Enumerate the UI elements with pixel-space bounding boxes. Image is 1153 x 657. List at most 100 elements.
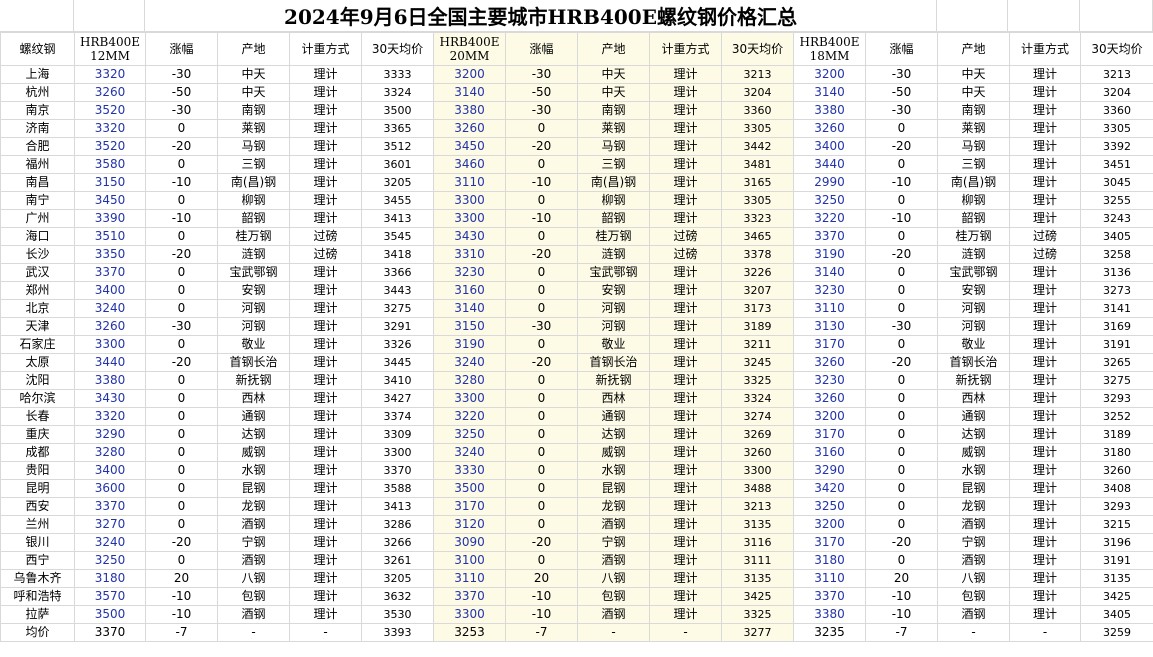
cell-origin-18mm[interactable]: 昆钢 <box>937 479 1010 498</box>
cell-city[interactable]: 拉萨 <box>0 605 75 624</box>
cell-avg30-12mm[interactable]: 3324 <box>361 83 434 102</box>
cell-avg30-18mm[interactable]: 3259 <box>1080 623 1153 642</box>
cell-price-12mm[interactable]: 3320 <box>74 119 146 138</box>
cell-origin-20mm[interactable]: 南(昌)钢 <box>577 173 650 192</box>
cell-avg30-20mm[interactable]: 3481 <box>721 155 794 174</box>
cell-city[interactable]: 兰州 <box>0 515 75 534</box>
cell-method-18mm[interactable]: 理计 <box>1009 371 1081 390</box>
cell-method-18mm[interactable]: 理计 <box>1009 425 1081 444</box>
cell-price-18mm[interactable]: 3130 <box>793 317 866 336</box>
cell-change-18mm[interactable]: 0 <box>865 263 938 282</box>
cell-method-20mm[interactable]: 理计 <box>649 389 722 408</box>
cell-method-18mm[interactable]: 过磅 <box>1009 227 1081 246</box>
cell-origin-12mm[interactable]: 酒钢 <box>217 515 290 534</box>
cell-change-12mm[interactable]: 20 <box>145 569 218 588</box>
cell-change-18mm[interactable]: -20 <box>865 245 938 264</box>
cell-change-20mm[interactable]: -30 <box>505 317 578 336</box>
cell-origin-12mm[interactable]: 宁钢 <box>217 533 290 552</box>
cell-price-20mm[interactable]: 3430 <box>433 227 506 246</box>
cell-method-12mm[interactable]: 理计 <box>289 191 362 210</box>
cell-change-18mm[interactable]: 0 <box>865 479 938 498</box>
cell-origin-20mm[interactable]: 宝武鄂钢 <box>577 263 650 282</box>
cell-origin-12mm[interactable]: 桂万钢 <box>217 227 290 246</box>
cell-change-20mm[interactable]: 0 <box>505 443 578 462</box>
cell-origin-18mm[interactable]: 水钢 <box>937 461 1010 480</box>
cell-price-18mm[interactable]: 3440 <box>793 155 866 174</box>
cell-change-12mm[interactable]: -10 <box>145 605 218 624</box>
cell-city[interactable]: 南宁 <box>0 191 75 210</box>
cell-price-20mm[interactable]: 3280 <box>433 371 506 390</box>
cell-change-20mm[interactable]: -30 <box>505 101 578 120</box>
cell-method-18mm[interactable]: 理计 <box>1009 569 1081 588</box>
cell-change-18mm[interactable]: 0 <box>865 281 938 300</box>
cell-method-12mm[interactable]: 理计 <box>289 371 362 390</box>
cell-city[interactable]: 昆明 <box>0 479 75 498</box>
cell-method-12mm[interactable]: 理计 <box>289 173 362 192</box>
cell-city[interactable]: 乌鲁木齐 <box>0 569 75 588</box>
cell-origin-18mm[interactable]: 中天 <box>937 83 1010 102</box>
cell-price-12mm[interactable]: 3150 <box>74 173 146 192</box>
cell-method-18mm[interactable]: 理计 <box>1009 191 1081 210</box>
cell-avg30-20mm[interactable]: 3277 <box>721 623 794 642</box>
cell-origin-12mm[interactable]: 中天 <box>217 65 290 84</box>
cell-change-12mm[interactable]: 0 <box>145 515 218 534</box>
cell-price-20mm[interactable]: 3140 <box>433 299 506 318</box>
cell-change-18mm[interactable]: -30 <box>865 65 938 84</box>
cell-avg30-12mm[interactable]: 3286 <box>361 515 434 534</box>
cell-city[interactable]: 南京 <box>0 101 75 120</box>
cell-origin-12mm[interactable]: 柳钢 <box>217 191 290 210</box>
cell-origin-20mm[interactable]: 宁钢 <box>577 533 650 552</box>
cell-origin-18mm[interactable]: 三钢 <box>937 155 1010 174</box>
cell-price-20mm[interactable]: 3300 <box>433 191 506 210</box>
cell-avg30-12mm[interactable]: 3545 <box>361 227 434 246</box>
cell-origin-18mm[interactable]: 柳钢 <box>937 191 1010 210</box>
cell-price-18mm[interactable]: 3380 <box>793 605 866 624</box>
cell-avg30-18mm[interactable]: 3360 <box>1080 101 1153 120</box>
cell-origin-20mm[interactable]: 涟钢 <box>577 245 650 264</box>
cell-origin-12mm[interactable]: 宝武鄂钢 <box>217 263 290 282</box>
cell-change-20mm[interactable]: -7 <box>505 623 578 642</box>
cell-method-18mm[interactable]: 理计 <box>1009 533 1081 552</box>
cell-avg30-12mm[interactable]: 3366 <box>361 263 434 282</box>
cell-change-18mm[interactable]: -20 <box>865 137 938 156</box>
cell-city[interactable]: 沈阳 <box>0 371 75 390</box>
cell-origin-18mm[interactable]: 威钢 <box>937 443 1010 462</box>
cell-origin-20mm[interactable]: 三钢 <box>577 155 650 174</box>
cell-avg30-20mm[interactable]: 3323 <box>721 209 794 228</box>
cell-avg30-20mm[interactable]: 3116 <box>721 533 794 552</box>
cell-price-20mm[interactable]: 3460 <box>433 155 506 174</box>
cell-price-20mm[interactable]: 3260 <box>433 119 506 138</box>
cell-city[interactable]: 长沙 <box>0 245 75 264</box>
cell-origin-12mm[interactable]: 敬业 <box>217 335 290 354</box>
cell-origin-18mm[interactable]: 中天 <box>937 65 1010 84</box>
cell-change-20mm[interactable]: 0 <box>505 281 578 300</box>
cell-method-12mm[interactable]: 理计 <box>289 533 362 552</box>
cell-avg30-18mm[interactable]: 3135 <box>1080 569 1153 588</box>
cell-avg30-12mm[interactable]: 3427 <box>361 389 434 408</box>
cell-price-20mm[interactable]: 3230 <box>433 263 506 282</box>
cell-change-20mm[interactable]: -20 <box>505 533 578 552</box>
cell-method-12mm[interactable]: 理计 <box>289 605 362 624</box>
cell-change-18mm[interactable]: -30 <box>865 101 938 120</box>
cell-price-12mm[interactable]: 3280 <box>74 443 146 462</box>
cell-origin-18mm[interactable]: 龙钢 <box>937 497 1010 516</box>
cell-city[interactable]: 北京 <box>0 299 75 318</box>
cell-avg30-18mm[interactable]: 3191 <box>1080 551 1153 570</box>
cell-method-20mm[interactable]: 理计 <box>649 515 722 534</box>
cell-origin-12mm[interactable]: 莱钢 <box>217 119 290 138</box>
cell-origin-20mm[interactable]: 首钢长治 <box>577 353 650 372</box>
cell-price-20mm[interactable]: 3240 <box>433 443 506 462</box>
cell-method-20mm[interactable]: 理计 <box>649 209 722 228</box>
cell-price-20mm[interactable]: 3240 <box>433 353 506 372</box>
cell-avg30-20mm[interactable]: 3425 <box>721 587 794 606</box>
cell-method-20mm[interactable]: 理计 <box>649 407 722 426</box>
cell-method-12mm[interactable]: 理计 <box>289 317 362 336</box>
cell-avg30-12mm[interactable]: 3205 <box>361 173 434 192</box>
cell-change-12mm[interactable]: 0 <box>145 425 218 444</box>
cell-origin-18mm[interactable]: 达钢 <box>937 425 1010 444</box>
cell-origin-18mm[interactable]: 南钢 <box>937 101 1010 120</box>
cell-avg30-12mm[interactable]: 3601 <box>361 155 434 174</box>
cell-change-20mm[interactable]: 0 <box>505 299 578 318</box>
cell-method-18mm[interactable]: 理计 <box>1009 389 1081 408</box>
cell-change-20mm[interactable]: -20 <box>505 245 578 264</box>
